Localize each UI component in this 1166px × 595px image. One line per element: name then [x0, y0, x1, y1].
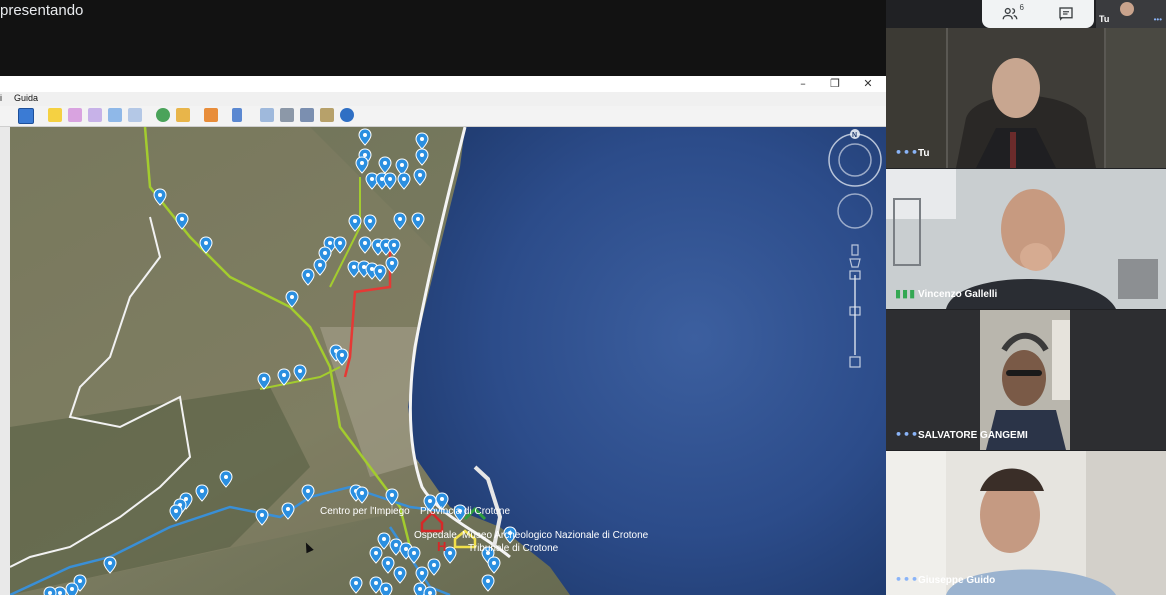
chat-button[interactable]	[1038, 0, 1094, 28]
more-dots-icon: •••	[895, 146, 920, 159]
presentation-header: presentando	[0, 0, 886, 76]
close-icon[interactable]: ✕	[861, 77, 875, 90]
menu-bar: i Guida	[0, 92, 886, 106]
people-icon	[1002, 7, 1018, 20]
sidebar-toggle-icon[interactable]	[18, 108, 34, 124]
path-icon[interactable]	[88, 108, 102, 122]
label-provincia: Provincia di Crotone	[420, 506, 510, 517]
map-pin-icon[interactable]	[65, 582, 79, 595]
label-centro-impiego: Centro per l'Impiego	[320, 506, 410, 517]
ruler-icon[interactable]	[232, 108, 242, 122]
email-icon[interactable]	[260, 108, 274, 122]
label-tribunale: Tribunale di Crotone	[468, 543, 559, 554]
self-view-mini[interactable]: Tu •••	[1096, 0, 1166, 28]
participant-tile[interactable]: ▮▮▮ Vincenzo Gallelli	[886, 169, 1166, 309]
video-feed	[886, 310, 1166, 450]
more-dots-icon: •••	[1153, 15, 1162, 24]
label-ospedale: Ospedale	[414, 530, 457, 541]
print-icon[interactable]	[280, 108, 294, 122]
satellite-map[interactable]: H Centro per l'Impiego Provincia di Crot…	[10, 127, 886, 595]
map-pin-icon[interactable]	[423, 586, 437, 595]
avatar	[1120, 2, 1134, 16]
participants-count: 6	[1019, 3, 1024, 12]
participant-tile[interactable]: ••• SALVATORE GANGEMI	[886, 310, 1166, 450]
toolbar	[0, 106, 886, 127]
restore-icon[interactable]: ❐	[828, 77, 842, 90]
sun-icon[interactable]	[176, 108, 190, 122]
participant-name: Tu	[918, 148, 930, 159]
compass-north-label: N	[852, 132, 857, 139]
earth-icon[interactable]	[340, 108, 354, 122]
presenting-label: presentando	[0, 2, 84, 19]
speaking-icon: ▮▮▮	[895, 287, 917, 300]
label-museo: Museo Archeologico Nazionale di Crotone	[462, 530, 649, 541]
planets-icon[interactable]	[204, 108, 218, 122]
minimize-icon[interactable]: –	[796, 77, 810, 90]
self-mini-label: Tu	[1099, 14, 1110, 24]
placemark-icon[interactable]	[48, 108, 62, 122]
menu-item-view[interactable]: i	[0, 93, 2, 103]
menu-item-help[interactable]: Guida	[14, 93, 38, 103]
hospital-icon[interactable]: H	[437, 539, 446, 554]
more-dots-icon: •••	[895, 428, 920, 441]
tour-icon[interactable]	[128, 108, 142, 122]
map-pin-icon[interactable]	[379, 582, 393, 595]
participant-name: Vincenzo Gallelli	[918, 289, 998, 300]
shared-screen-window: – ❐ ✕ i Guida H Centro per l'Impiego Pro…	[0, 76, 886, 595]
participants-button[interactable]: 6	[982, 0, 1038, 28]
polygon-icon[interactable]	[68, 108, 82, 122]
participant-tile[interactable]: ••• Tu	[886, 28, 1166, 168]
historical-imagery-icon[interactable]	[156, 108, 170, 122]
overlay-icon[interactable]	[108, 108, 122, 122]
video-feed	[886, 28, 1166, 168]
view-maps-icon[interactable]	[320, 108, 334, 122]
more-dots-icon: •••	[895, 573, 920, 586]
chat-icon	[1059, 7, 1073, 21]
video-feed	[886, 451, 1166, 595]
map-pin-icon[interactable]	[43, 586, 57, 595]
participant-tile[interactable]: ••• Giuseppe Guido	[886, 451, 1166, 595]
video-feed	[886, 169, 1166, 309]
save-image-icon[interactable]	[300, 108, 314, 122]
participant-name: SALVATORE GANGEMI	[918, 430, 1028, 441]
participant-name: Giuseppe Guido	[918, 575, 996, 586]
window-titlebar: – ❐ ✕	[0, 76, 886, 92]
